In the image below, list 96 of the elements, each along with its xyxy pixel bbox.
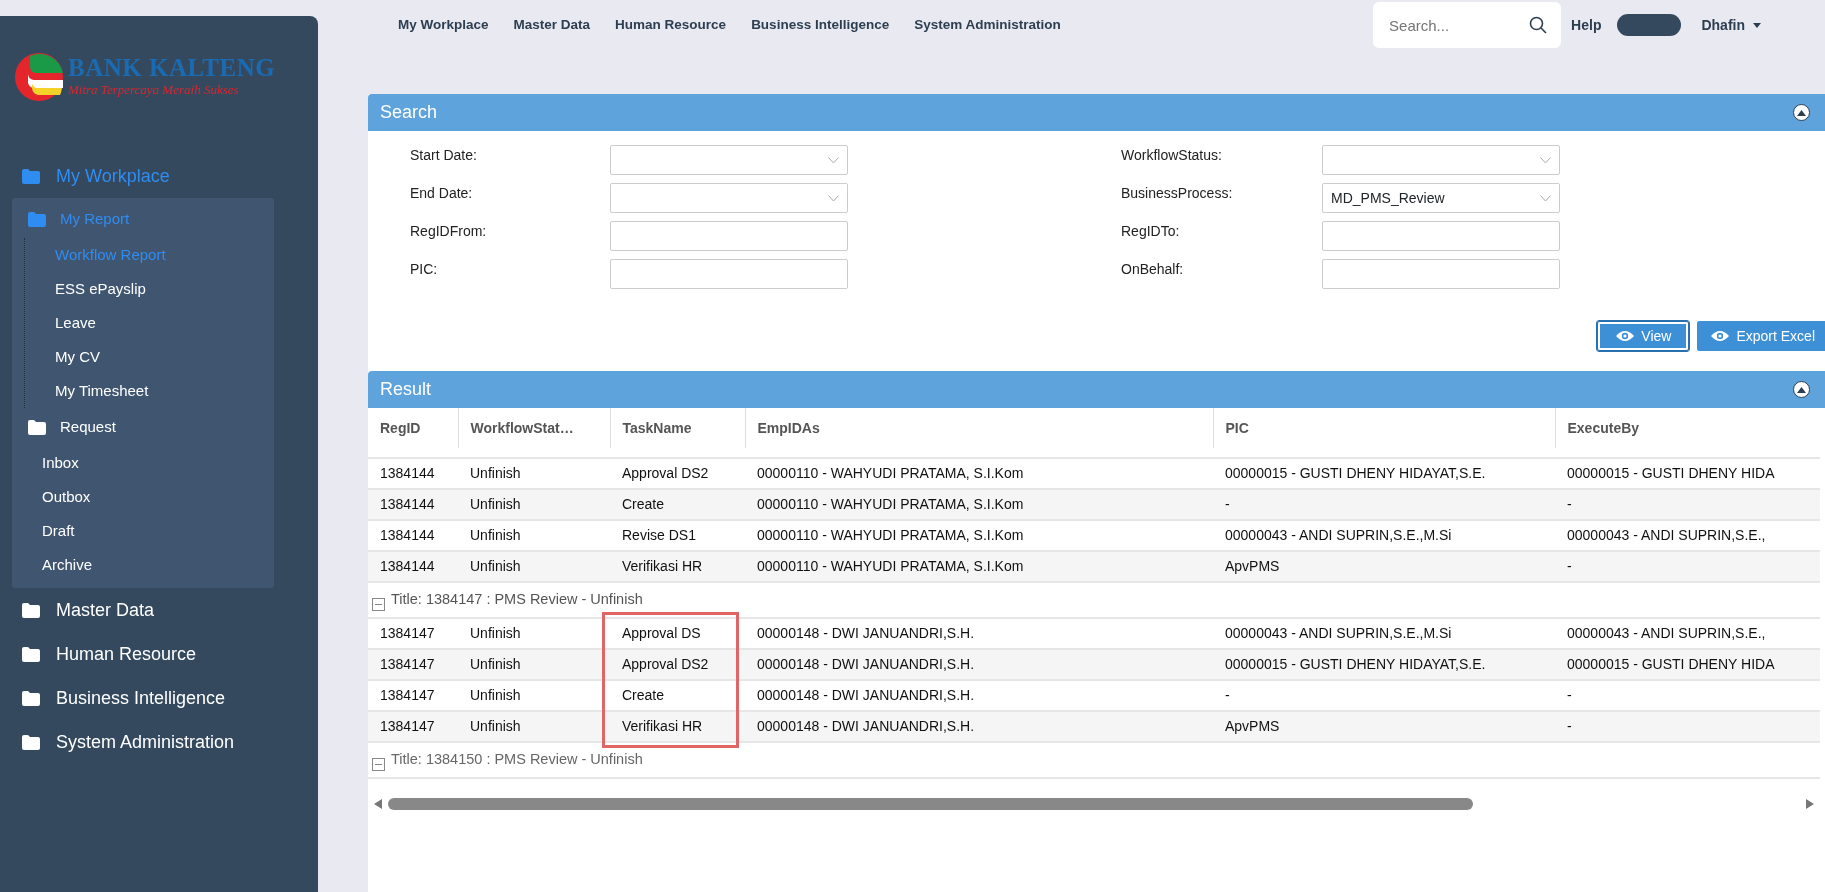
table-cell: ApvPMS (1213, 551, 1555, 582)
eye-icon (1615, 330, 1636, 342)
sidebar-link[interactable]: My CV (25, 340, 274, 374)
table-cell: 00000015 - GUSTI DHENY HIDA (1555, 649, 1820, 680)
sidebar-link[interactable]: Leave (25, 306, 274, 340)
field-label: WorkflowStatus: (1121, 146, 1223, 165)
logo-icon (14, 52, 64, 102)
table-cell: 00000110 - WAHYUDI PRATAMA, S.I.Kom (745, 489, 1213, 520)
sidebar-link[interactable]: Outbox (12, 480, 274, 514)
table-cell: 00000148 - DWI JANUANDRI,S.H. (745, 649, 1213, 680)
table-cell: Unfinish (458, 489, 610, 520)
field-label: Start Date: (410, 146, 478, 165)
dropdown-field[interactable] (610, 145, 848, 175)
table-cell: - (1213, 489, 1555, 520)
user-menu-button[interactable]: Dhafin (1695, 13, 1767, 37)
logo-tagline: Mitra Terpercaya Meraih Sukses (68, 80, 240, 99)
menu-link[interactable]: My Workplace (398, 14, 489, 36)
dropdown-field[interactable] (610, 183, 848, 213)
folder-icon (22, 168, 40, 184)
field-label: RegIDFrom: (410, 222, 488, 241)
dropdown-field[interactable]: MD_PMS_Review (1322, 183, 1560, 213)
input-field[interactable] (1322, 221, 1560, 251)
folder-icon (22, 602, 40, 618)
sidebar-link[interactable]: ESS ePayslip (25, 272, 274, 306)
logo-text: BANK KALTENG (68, 54, 276, 80)
chevron-icon (1540, 194, 1551, 202)
panel-title: Result (380, 378, 432, 401)
folder-icon (22, 734, 40, 750)
folder-icon (28, 419, 46, 435)
field-label: BusinessProcess: (1121, 184, 1234, 203)
column-header[interactable]: PIC (1213, 408, 1555, 448)
input-field[interactable] (610, 221, 848, 251)
column-header[interactable]: WorkflowStat… (458, 408, 610, 448)
toggle-icon[interactable] (372, 598, 385, 611)
column-header[interactable]: TaskName (610, 408, 745, 448)
column-header[interactable]: RegID (368, 408, 458, 448)
field-label: PIC: (410, 260, 439, 279)
dropdown-field[interactable] (1322, 145, 1560, 175)
chevron-icon (1540, 156, 1551, 164)
menu-link[interactable]: Master Data (513, 14, 591, 36)
table-cell: 1384144 (368, 551, 458, 582)
sidebar-item[interactable]: System Administration (0, 720, 318, 764)
table-cell: ApvPMS (1213, 711, 1555, 742)
menu-link[interactable]: System Administration (914, 14, 1061, 36)
column-header[interactable]: EmpIDAs (745, 408, 1213, 448)
input-field[interactable] (1322, 259, 1560, 289)
sidebar-link[interactable]: My Timesheet (25, 374, 274, 408)
folder-icon (22, 690, 40, 706)
help-link[interactable]: Help (1571, 14, 1602, 36)
table-cell: Approval DS2 (610, 649, 745, 680)
folder-icon (28, 211, 46, 227)
folder-icon (22, 646, 40, 662)
table-cell: 1384144 (368, 489, 458, 520)
sidebar-item[interactable]: Business Intelligence (0, 676, 318, 720)
input-field[interactable] (610, 259, 848, 289)
collapse-icon[interactable] (1793, 104, 1810, 121)
table-cell: 1384147 (368, 649, 458, 680)
chevron-icon (828, 194, 839, 202)
table-cell: Verifikasi HR (610, 551, 745, 582)
table-cell: - (1555, 551, 1820, 582)
table-cell: 1384147 (368, 711, 458, 742)
table-cell: 00000015 - GUSTI DHENY HIDAYAT,S.E. (1213, 649, 1555, 680)
table-cell: Unfinish (458, 551, 610, 582)
field-label: End Date: (410, 184, 474, 203)
sidebar-link[interactable]: Draft (12, 514, 274, 548)
table-cell: - (1555, 489, 1820, 520)
eye-icon (1710, 330, 1731, 342)
sidebar-link[interactable]: Inbox (12, 446, 274, 480)
scroll-right-icon[interactable] (1806, 799, 1814, 809)
field-label: RegIDTo: (1121, 222, 1181, 241)
chevron-icon (828, 156, 839, 164)
column-header[interactable]: ExecuteBy (1555, 408, 1820, 448)
table-cell: - (1555, 711, 1820, 742)
table-cell: Unfinish (458, 649, 610, 680)
scroll-left-icon[interactable] (374, 799, 382, 809)
table-cell: 00000148 - DWI JANUANDRI,S.H. (745, 711, 1213, 742)
avatar (1617, 14, 1682, 36)
menu-link[interactable]: Business Intelligence (751, 14, 890, 36)
table-cell: Verifikasi HR (610, 711, 745, 742)
group-row[interactable]: Title: 1384150 : PMS Review - Unfinish (368, 742, 1820, 778)
menu-link[interactable]: Human Resource (615, 14, 727, 36)
sidebar-item[interactable]: Master Data (0, 588, 318, 632)
search-field[interactable]: Search... (1373, 2, 1562, 48)
sidebar-item[interactable]: Human Resource (0, 632, 318, 676)
table-cell: 00000110 - WAHYUDI PRATAMA, S.I.Kom (745, 551, 1213, 582)
table-cell: Create (610, 489, 745, 520)
collapse-icon[interactable] (1793, 381, 1810, 398)
table-cell: Unfinish (458, 711, 610, 742)
sidebar-item[interactable]: Request (12, 408, 274, 446)
field-label: OnBehalf: (1121, 260, 1185, 279)
panel-title: Search (380, 101, 438, 124)
search-icon (1529, 16, 1548, 34)
caret-icon (1753, 22, 1761, 28)
group-row[interactable]: Title: 1384147 : PMS Review - Unfinish (368, 582, 1820, 618)
sidebar-link[interactable]: Archive (12, 548, 274, 582)
toggle-icon[interactable] (372, 758, 385, 771)
